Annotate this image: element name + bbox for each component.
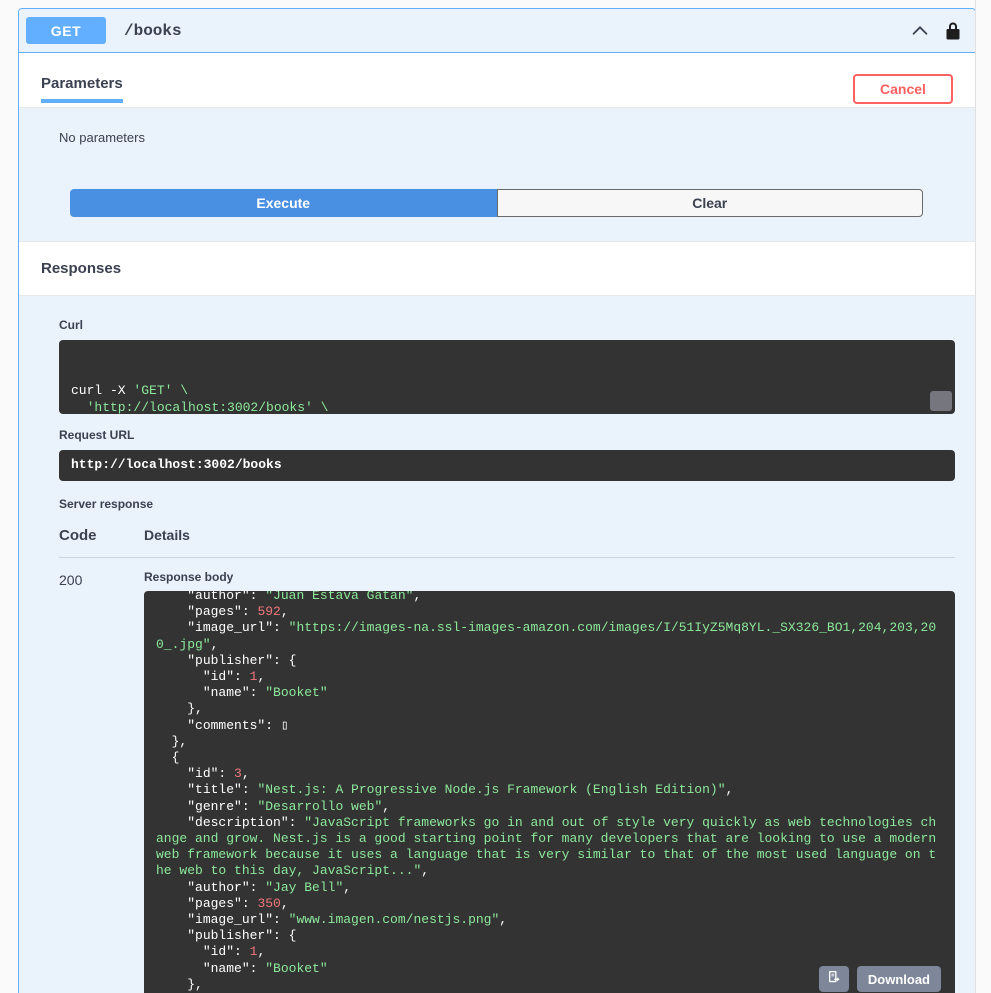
copy-icon [909,378,955,414]
no-parameters-text: No parameters [59,130,145,145]
response-details-cell: Response body "author": "Juan Estava Gat… [144,570,955,993]
tab-parameters[interactable]: Parameters [41,75,123,103]
parameters-tab-header: Parameters Cancel [19,53,975,107]
copy-icon [826,970,841,988]
clear-button[interactable]: Clear [496,189,923,217]
response-body-label: Response body [144,570,234,584]
execute-clear-row: Execute Clear [70,189,923,217]
response-body-json: "author": "Juan Estava Gatan", "pages": … [156,591,944,992]
status-code: 200 [59,572,83,588]
response-body-block[interactable]: "author": "Juan Estava Gatan", "pages": … [144,591,955,993]
responses-content: Curl curl -X 'GET' \ 'http://localhost:3… [19,296,975,993]
server-response-label: Server response [59,497,154,511]
page-scrollbar-gutter[interactable] [975,0,991,993]
responses-heading-label: Responses [41,260,122,277]
column-header-details: Details [144,527,190,543]
response-body-actions: Download [818,966,941,992]
summary-controls [909,20,967,42]
request-url-block: http://localhost:3002/books [59,450,955,481]
request-url-label: Request URL [59,428,135,442]
operation-block-get-books: GET /books Parameters Cancel No paramete… [18,8,976,993]
lock-icon[interactable] [943,20,963,42]
operation-body: Parameters Cancel No parameters Execute … [19,52,975,993]
curl-label: Curl [59,318,83,332]
parameters-area: No parameters Execute Clear [19,107,975,241]
chevron-up-icon[interactable] [909,20,931,42]
column-header-code: Code [59,527,97,544]
curl-command-block: curl -X 'GET' \ 'http://localhost:3002/b… [59,340,955,414]
response-table: Code Details 200 Response body "author":… [59,527,955,993]
copy-curl-button[interactable] [930,391,952,411]
tab-active-underline [41,99,123,103]
operation-path: /books [124,21,182,40]
execute-button[interactable]: Execute [70,189,497,217]
cancel-button[interactable]: Cancel [853,74,953,104]
responses-heading: Responses [19,241,975,296]
swagger-ui-page: GET /books Parameters Cancel No paramete… [0,0,991,993]
operation-summary-bar[interactable]: GET /books [19,9,975,52]
download-response-button[interactable]: Download [856,966,941,992]
http-method-badge: GET [26,17,106,44]
copy-response-button[interactable] [818,966,849,992]
curl-command-text: curl -X 'GET' \ 'http://localhost:3002/b… [71,383,329,414]
response-table-header: Code Details [59,527,955,558]
table-row: 200 Response body "author": "Juan Estava… [59,558,955,993]
